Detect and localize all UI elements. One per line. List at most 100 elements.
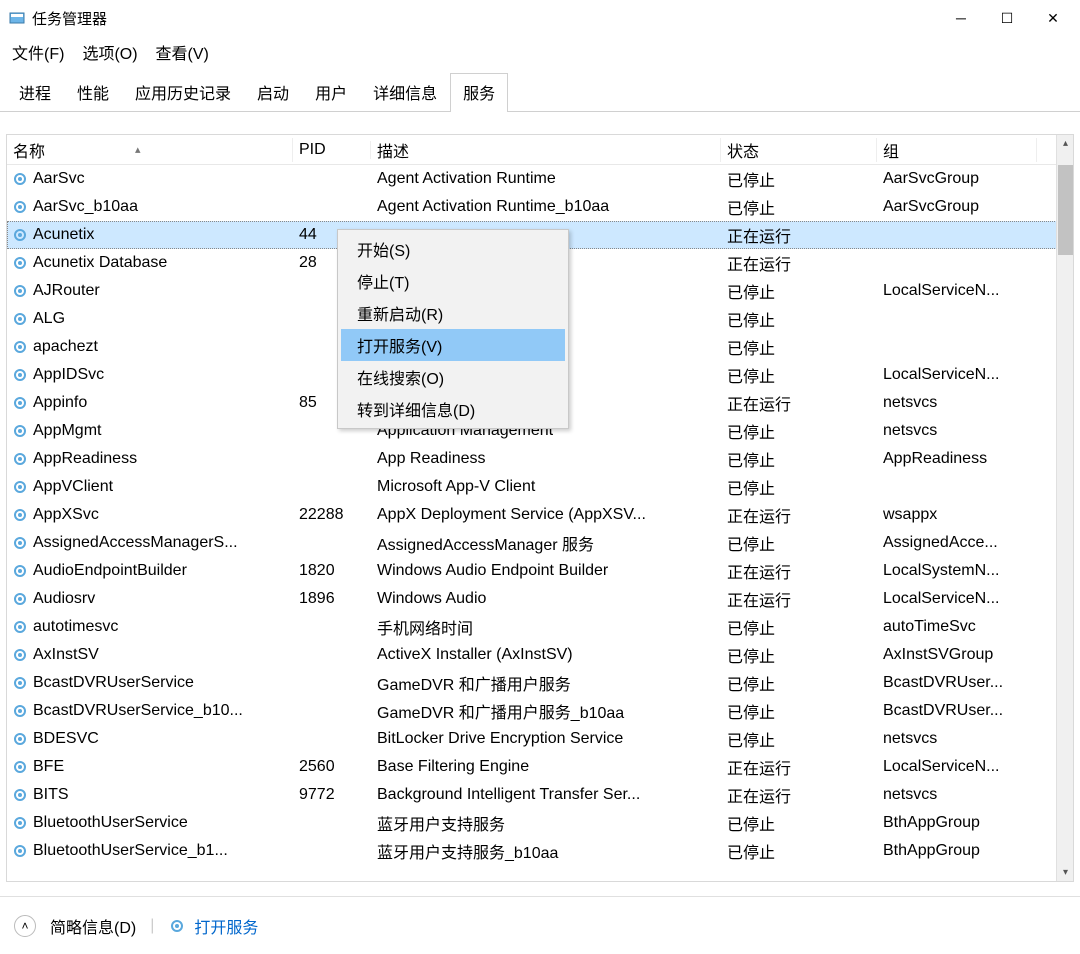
service-status: 正在运行 xyxy=(721,559,877,583)
tab-6[interactable]: 服务 xyxy=(450,73,508,112)
table-row[interactable]: AppVClientMicrosoft App-V Client已停止 xyxy=(7,473,1073,501)
context-menu-item[interactable]: 停止(T) xyxy=(341,265,565,297)
table-row[interactable]: AssignedAccessManagerS... AssignedAccessM… xyxy=(7,529,1073,557)
gear-icon xyxy=(11,646,29,664)
service-status: 已停止 xyxy=(721,643,877,667)
gear-icon xyxy=(11,786,29,804)
table-row[interactable]: BcastDVRUserServiceGameDVR 和广播用户服务已停止Bca… xyxy=(7,669,1073,697)
gear-icon xyxy=(11,394,29,412)
service-status: 已停止 xyxy=(721,811,877,835)
service-group: BthAppGroup xyxy=(877,814,1037,832)
table-row[interactable]: BluetoothUserService_b1...蓝牙用户支持服务_b10aa… xyxy=(7,837,1073,865)
service-pid: 9772 xyxy=(293,786,371,804)
service-status: 正在运行 xyxy=(721,223,877,247)
table-row[interactable]: Audiosrv1896Windows Audio正在运行LocalServic… xyxy=(7,585,1073,613)
service-name: apachezt xyxy=(33,338,98,356)
close-button[interactable]: ✕ xyxy=(1030,3,1076,33)
service-desc: GameDVR 和广播用户服务 xyxy=(371,671,721,695)
gear-icon xyxy=(11,170,29,188)
table-row[interactable]: AudioEndpointBuilder1820Windows Audio En… xyxy=(7,557,1073,585)
maximize-button[interactable]: ☐ xyxy=(984,3,1030,33)
service-status: 正在运行 xyxy=(721,783,877,807)
service-group: netsvcs xyxy=(877,786,1037,804)
separator: | xyxy=(150,917,154,935)
table-row[interactable]: BFE2560Base Filtering Engine正在运行LocalSer… xyxy=(7,753,1073,781)
app-icon xyxy=(8,9,26,27)
service-name: AssignedAccessManagerS... xyxy=(33,534,238,552)
tab-3[interactable]: 启动 xyxy=(244,73,302,112)
service-desc: AssignedAccessManager 服务 xyxy=(371,531,721,555)
context-menu-item[interactable]: 打开服务(V) xyxy=(341,329,565,361)
table-row[interactable]: AppXSvc 22288AppX Deployment Service (App… xyxy=(7,501,1073,529)
gear-icon xyxy=(11,282,29,300)
tab-2[interactable]: 应用历史记录 xyxy=(122,73,244,112)
scroll-down-icon[interactable]: ▾ xyxy=(1057,864,1074,881)
service-desc: Background Intelligent Transfer Ser... xyxy=(371,786,721,804)
column-headers: 名称 ▴ PID 描述 状态 组 xyxy=(7,135,1073,165)
col-desc[interactable]: 描述 xyxy=(371,138,721,162)
gear-icon xyxy=(11,506,29,524)
service-status: 已停止 xyxy=(721,447,877,471)
service-name: AppMgmt xyxy=(33,422,101,440)
gear-icon xyxy=(11,758,29,776)
service-desc: 蓝牙用户支持服务 xyxy=(371,811,721,835)
table-row[interactable]: autotimesvc手机网络时间已停止autoTimeSvc xyxy=(7,613,1073,641)
context-menu-item[interactable]: 转到详细信息(D) xyxy=(341,393,565,425)
service-pid: 2560 xyxy=(293,758,371,776)
table-row[interactable]: BcastDVRUserService_b10...GameDVR 和广播用户服… xyxy=(7,697,1073,725)
service-status: 正在运行 xyxy=(721,251,877,275)
context-menu-item[interactable]: 开始(S) xyxy=(341,233,565,265)
context-menu-item[interactable]: 重新启动(R) xyxy=(341,297,565,329)
gear-icon xyxy=(11,366,29,384)
tab-1[interactable]: 性能 xyxy=(64,73,122,112)
brief-info-link[interactable]: 简略信息(D) xyxy=(50,914,136,938)
service-group: AxInstSVGroup xyxy=(877,646,1037,664)
table-row[interactable]: AppReadinessApp Readiness已停止AppReadiness xyxy=(7,445,1073,473)
service-status: 已停止 xyxy=(721,671,877,695)
table-row[interactable]: BluetoothUserService 蓝牙用户支持服务已停止BthAppGro… xyxy=(7,809,1073,837)
open-services-link[interactable]: 打开服务 xyxy=(168,914,258,938)
tab-4[interactable]: 用户 xyxy=(302,73,360,112)
service-group: AppReadiness xyxy=(877,450,1037,468)
table-row[interactable]: BITS9772Background Intelligent Transfer … xyxy=(7,781,1073,809)
col-pid[interactable]: PID xyxy=(293,141,371,159)
col-group[interactable]: 组 xyxy=(877,138,1037,162)
service-pid: 22288 xyxy=(293,506,371,524)
gear-icon xyxy=(11,310,29,328)
service-desc: 蓝牙用户支持服务_b10aa xyxy=(371,839,721,863)
scroll-up-icon[interactable]: ▴ xyxy=(1057,135,1074,152)
table-row[interactable]: AarSvcAgent Activation Runtime已停止AarSvcG… xyxy=(7,165,1073,193)
service-name: Acunetix xyxy=(33,226,94,244)
tab-0[interactable]: 进程 xyxy=(6,73,64,112)
gear-icon xyxy=(11,674,29,692)
footer: ˄ 简略信息(D) | 打开服务 xyxy=(0,896,1080,954)
context-menu-item[interactable]: 在线搜索(O) xyxy=(341,361,565,393)
service-status: 已停止 xyxy=(721,335,877,359)
service-name: AxInstSV xyxy=(33,646,99,664)
service-desc: AppX Deployment Service (AppXSV... xyxy=(371,506,721,524)
table-row[interactable]: AarSvc_b10aaAgent Activation Runtime_b10… xyxy=(7,193,1073,221)
table-row[interactable]: AxInstSVActiveX Installer (AxInstSV)已停止A… xyxy=(7,641,1073,669)
minimize-button[interactable]: ─ xyxy=(938,3,984,33)
service-status: 正在运行 xyxy=(721,587,877,611)
gear-icon xyxy=(11,842,29,860)
service-name: AppVClient xyxy=(33,478,113,496)
service-group: netsvcs xyxy=(877,730,1037,748)
tab-5[interactable]: 详细信息 xyxy=(360,73,450,112)
service-group: wsappx xyxy=(877,506,1037,524)
service-desc: Agent Activation Runtime xyxy=(371,170,721,188)
gear-icon xyxy=(11,450,29,468)
service-status: 已停止 xyxy=(721,279,877,303)
service-name: BluetoothUserService xyxy=(33,814,188,832)
scroll-thumb[interactable] xyxy=(1058,165,1073,255)
table-row[interactable]: BDESVCBitLocker Drive Encryption Service… xyxy=(7,725,1073,753)
collapse-button[interactable]: ˄ xyxy=(14,915,36,937)
service-name: AppXSvc xyxy=(33,506,99,524)
col-status[interactable]: 状态 xyxy=(721,138,877,162)
menu-options[interactable]: 选项(O) xyxy=(78,38,141,66)
menu-view[interactable]: 查看(V) xyxy=(152,38,213,66)
menu-file[interactable]: 文件(F) xyxy=(8,38,68,66)
col-name[interactable]: 名称 ▴ xyxy=(7,138,293,162)
scrollbar[interactable]: ▴ ▾ xyxy=(1056,135,1073,881)
service-status: 正在运行 xyxy=(721,755,877,779)
